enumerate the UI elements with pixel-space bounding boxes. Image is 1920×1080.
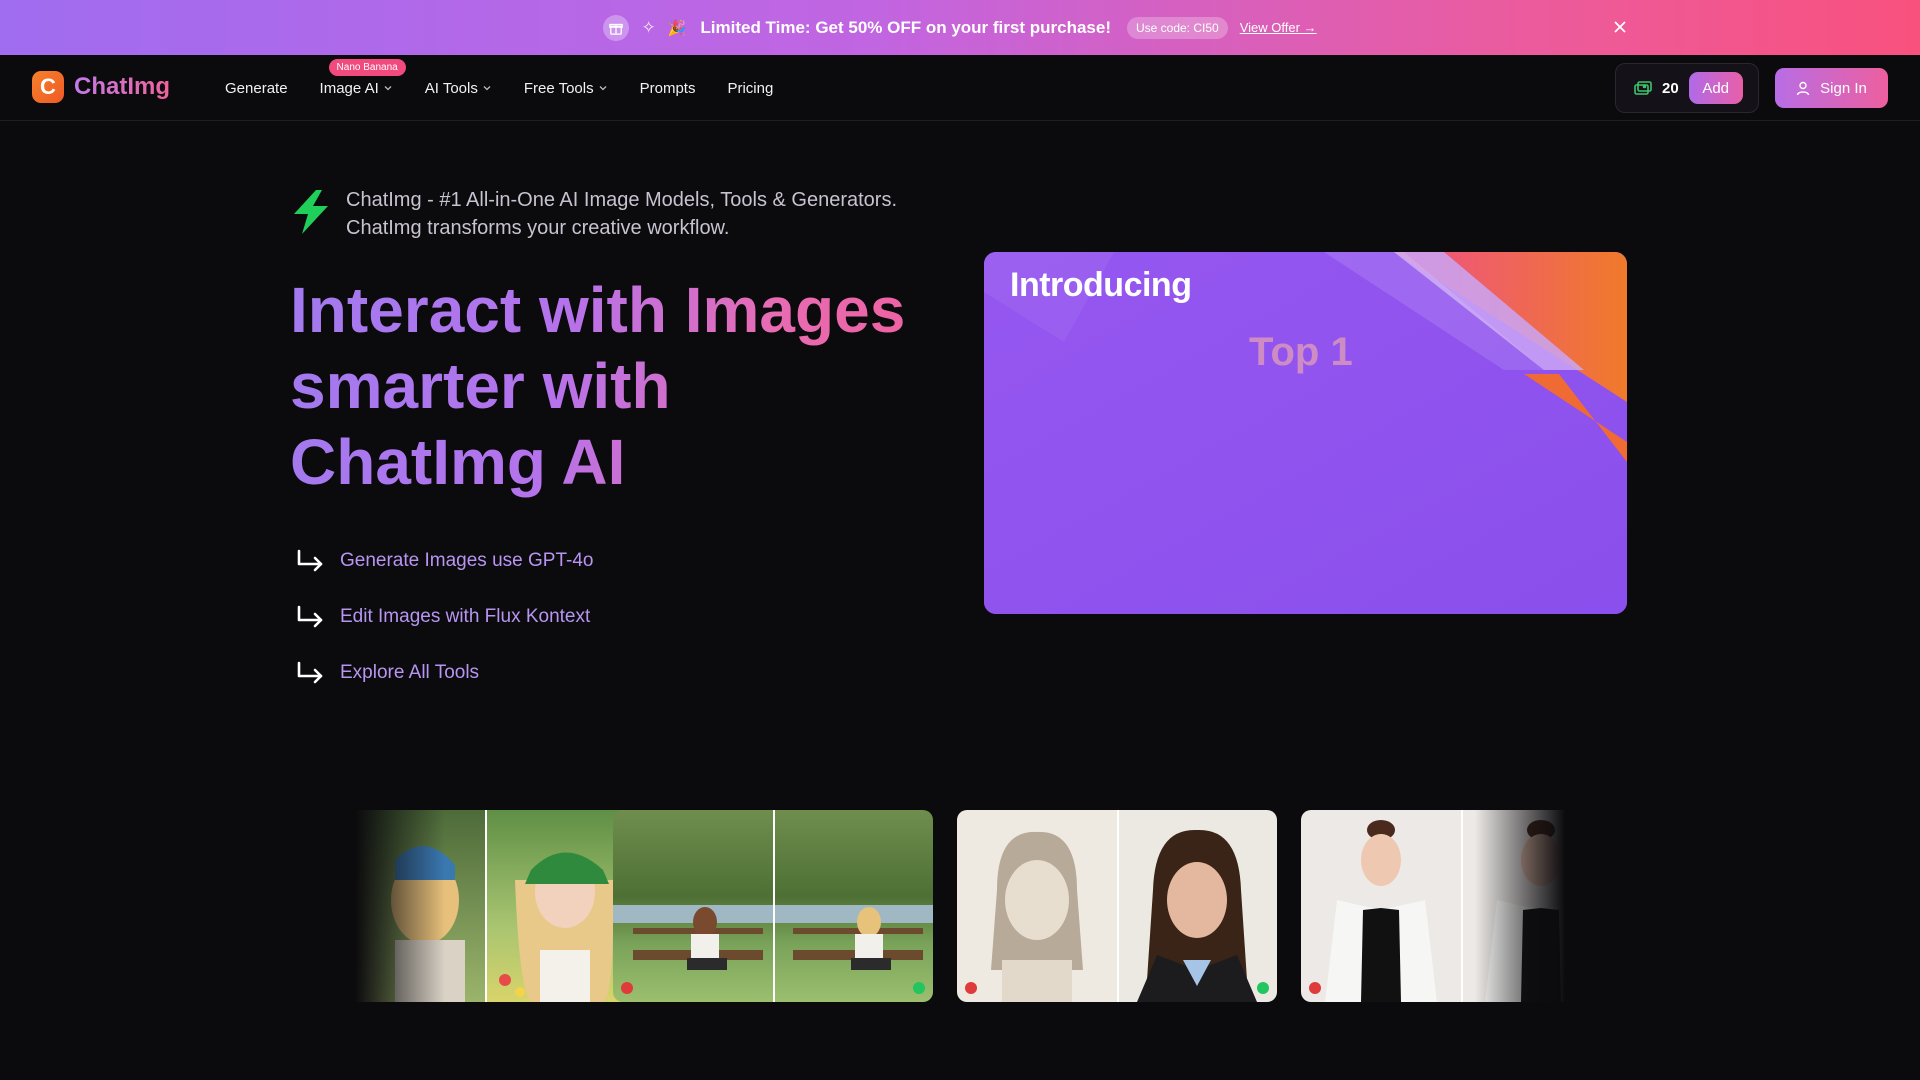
hero-headline: Interact with Images smarter with ChatIm… [290,272,950,500]
intro-video[interactable]: Introducing Top 1 [984,252,1627,614]
nav-item-free-tools[interactable]: Free Tools [524,80,608,97]
nano-banana-badge: Nano Banana [328,58,406,76]
showcase-carousel [355,810,1565,1002]
headline-line-2: smarter with [290,350,671,422]
brand-name: ChatImg [74,73,170,100]
link-label: Generate Images use GPT-4o [340,550,594,571]
promo-code-badge: Use code: CI50 [1126,16,1228,39]
return-arrow-icon [297,661,323,684]
nav-item-label: AI Tools [424,79,478,97]
nav-item-label: Prompts [639,79,696,97]
comparison-divider [485,810,487,1002]
chevron-down-icon [483,86,491,91]
nav-item-label: Generate [225,79,288,97]
link-label: Explore All Tools [340,662,480,683]
sign-in-button[interactable]: Sign In [1775,68,1888,108]
sign-in-label: Sign In [1820,79,1867,97]
promo-title: Limited Time: Get 50% OFF on your first … [700,17,1111,37]
nav-item-prompts[interactable]: Prompts [640,80,696,97]
return-arrow-icon [297,549,323,572]
nav-item-label: Image AI [319,79,379,97]
promo-banner: ✧ 🎉 Limited Time: Get 50% OFF on your fi… [0,0,1920,55]
party-icon: 🎉 [667,19,687,37]
view-offer-link[interactable]: View Offer → [1240,20,1317,35]
user-icon [1796,81,1810,95]
showcase-card[interactable] [613,810,933,1002]
nav-item-label: Pricing [727,79,774,97]
hero-tagline: ChatImg - #1 All-in-One AI Image Models,… [290,186,926,242]
after-status-dot [1257,982,1269,994]
nav-item-generate[interactable]: Generate [225,80,288,97]
carousel-fade-left [355,810,445,1002]
video-top1-text: Top 1 [1249,330,1353,374]
carousel-fade-right [1475,810,1565,1002]
before-status-dot [621,982,633,994]
credits-count: 20 [1662,79,1679,97]
video-background [984,252,1627,614]
gift-icon [603,14,630,41]
link-label: Edit Images with Flux Kontext [340,606,591,627]
link-generate-gpt4o[interactable]: Generate Images use GPT-4o [296,533,593,589]
chevron-down-icon [384,86,392,91]
before-image [957,810,1117,1002]
sparkle-icon: ✧ [641,17,656,37]
hero-links: Generate Images use GPT-4o Edit Images w… [296,533,593,701]
return-arrow-icon [297,605,323,628]
credits-widget: 20 Add [1615,63,1759,113]
link-explore-tools[interactable]: Explore All Tools [296,645,593,701]
headline-line-3: ChatImg AI [290,426,626,498]
comparison-divider [773,810,775,1002]
link-edit-flux-kontext[interactable]: Edit Images with Flux Kontext [296,589,593,645]
after-status-dot [913,982,925,994]
after-image [1117,810,1277,1002]
add-credits-button[interactable]: Add [1688,72,1743,104]
lightning-icon [294,190,328,234]
main-menu: Generate Nano Banana Image AI AI Tools F… [225,55,773,121]
money-icon [1634,81,1652,95]
after-image [773,810,933,1002]
video-intro-text: Introducing [1010,266,1192,304]
nav-item-label: Free Tools [523,79,594,97]
comparison-divider [1117,810,1119,1002]
comparison-divider [1461,810,1463,1002]
before-status-dot [965,982,977,994]
nav-item-pricing[interactable]: Pricing [727,80,773,97]
nav-item-ai-tools[interactable]: AI Tools [425,80,492,97]
headline-line-1: Interact with Images [290,274,906,346]
close-icon[interactable] [1610,17,1630,37]
before-image [1301,810,1461,1002]
tagline-text: ChatImg - #1 All-in-One AI Image Models,… [346,189,897,239]
showcase-card[interactable] [957,810,1277,1002]
before-status-dot [1309,982,1321,994]
before-image [613,810,773,1002]
chevron-down-icon [599,86,607,91]
brand-logo[interactable]: C ChatImg [32,71,170,103]
logo-icon: C [32,71,64,103]
navbar: C ChatImg Generate Nano Banana Image AI … [0,55,1920,121]
nav-item-image-ai[interactable]: Nano Banana Image AI [319,58,406,97]
